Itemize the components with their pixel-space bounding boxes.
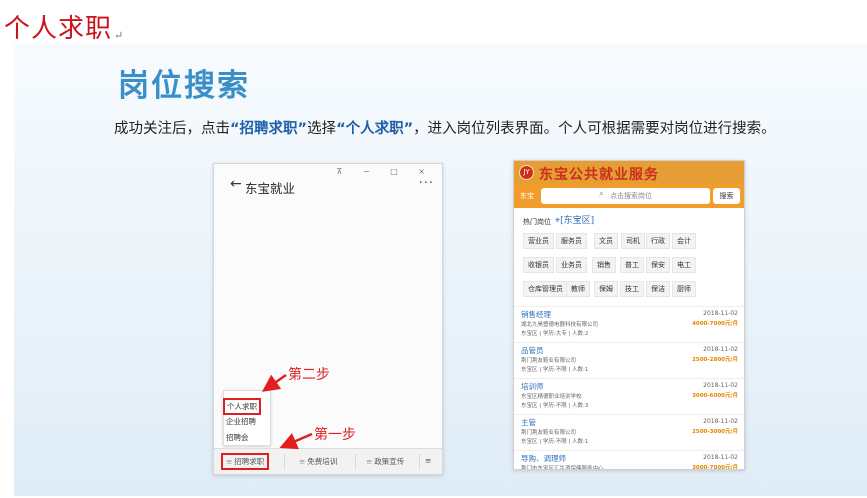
category-chip[interactable]: 销售 [592,257,616,273]
job-list-item[interactable]: 导购、调理师荆门市东宝区汇生源保健服务中心东宝区 | 学历:不限 | 人数:22… [514,450,744,470]
job-date: 2018-11-02 [703,418,738,425]
category-chip[interactable]: 行政 [646,233,670,249]
category-chip[interactable]: 业务员 [556,257,587,273]
paragraph-mark-icon: ↵ [114,29,125,42]
banner-title: 东宝公共就业服务 [539,167,659,183]
job-company: 东宝区精德职业培训学校 [521,394,582,400]
search-icon: ⌕ [599,189,605,199]
category-chip[interactable]: 技工 [620,281,644,297]
category-chip[interactable]: 保安 [646,257,670,273]
search-bar: 东宝 ⌕ 点击搜索岗位 搜索 [514,184,744,208]
job-search-page: JY 东宝公共就业服务 东宝 ⌕ 点击搜索岗位 搜索 热门岗位 ⌖[东宝区] 营… [513,160,745,470]
category-chip[interactable]: 普工 [620,257,644,273]
hot-area-link[interactable]: ⌖[东宝区] [555,213,594,226]
job-meta: 东宝区 | 学历:不限 | 人数:3 [521,403,589,409]
job-company: 湖北九昊塑德电器科技有限公司 [521,322,599,328]
job-date: 2018-11-02 [703,346,738,353]
hot-jobs-label: 热门岗位 [523,218,551,226]
job-list-item[interactable]: 销售经理湖北九昊塑德电器科技有限公司 东宝区 | 学历:大专 | 人数:2 2018… [514,306,744,342]
job-date: 2018-11-02 [703,310,738,317]
logo-icon: JY [519,165,534,180]
service-banner: JY 东宝公共就业服务 [514,161,744,184]
category-chip[interactable]: 营业员 [523,233,554,249]
job-salary: 2500-3000元/月 [692,429,738,435]
category-chip[interactable]: 仓库管理员 [523,281,568,297]
category-chip[interactable]: 电工 [672,257,696,273]
job-salary: 3000-7000元/月 [692,465,738,470]
step-one-arrow [279,432,313,450]
job-salary: 4000-7000元/月 [692,321,738,327]
job-meta: 东宝区 | 学历:不限 | 人数:1 [521,367,589,373]
hot-area-text: [东宝区] [560,216,595,226]
job-list-item[interactable]: 品管员荆门荆友鞋业有限公司东宝区 | 学历:不限 | 人数:1 2018-11-0… [514,342,744,378]
job-salary: 3000-6000元/月 [692,393,738,399]
job-date: 2018-11-02 [703,382,738,389]
category-chip[interactable]: 司机 [621,233,645,249]
document-heading: 个人求职 ↵ [4,8,124,45]
job-meta: 东宝区 | 学历:不限 | 人数:1 [521,439,589,445]
job-meta: 东宝区 | 学历:大专 | 人数:2 [521,331,589,337]
job-title: 导购、调理师 [521,454,566,463]
category-chip[interactable]: 厨师 [672,281,696,297]
step-two-arrow [261,373,287,392]
job-company: 荆门市东宝区汇生源保健服务中心 [521,466,604,470]
job-title: 品管员 [521,346,544,355]
job-title: 主管 [521,418,536,427]
slide-panel: 岗位搜索 成功关注后，点击“招聘求职”选择“个人求职”，进入岗位列表界面。个人可… [14,44,867,496]
document-heading-text: 个人求职 [4,14,113,44]
category-chip[interactable]: 保姆 [594,281,618,297]
job-salary: 2500-2800元/月 [692,357,738,363]
job-title: 销售经理 [521,310,551,319]
job-title: 培训师 [521,382,544,391]
job-company: 荆门荆友鞋业有限公司 [521,430,577,436]
job-list-item[interactable]: 培训师东宝区精德职业培训学校东宝区 | 学历:不限 | 人数:3 2018-11-… [514,378,744,414]
category-chip[interactable]: 文员 [594,233,618,249]
category-chip[interactable]: 会计 [672,233,696,249]
search-placeholder: 点击搜索岗位 [610,192,652,200]
category-chip[interactable]: 收银员 [523,257,554,273]
job-date: 2018-11-02 [703,454,738,461]
search-button[interactable]: 搜索 [713,188,740,204]
category-chip[interactable]: 教师 [566,281,590,297]
location-selector[interactable]: 东宝 [520,191,534,201]
category-chip[interactable]: 服务员 [556,233,587,249]
search-input[interactable]: ⌕ 点击搜索岗位 [541,188,710,204]
job-list-item[interactable]: 主管荆门荆友鞋业有限公司东宝区 | 学历:不限 | 人数:1 2018-11-02… [514,414,744,450]
job-company: 荆门荆友鞋业有限公司 [521,358,577,364]
category-chip[interactable]: 保洁 [646,281,670,297]
